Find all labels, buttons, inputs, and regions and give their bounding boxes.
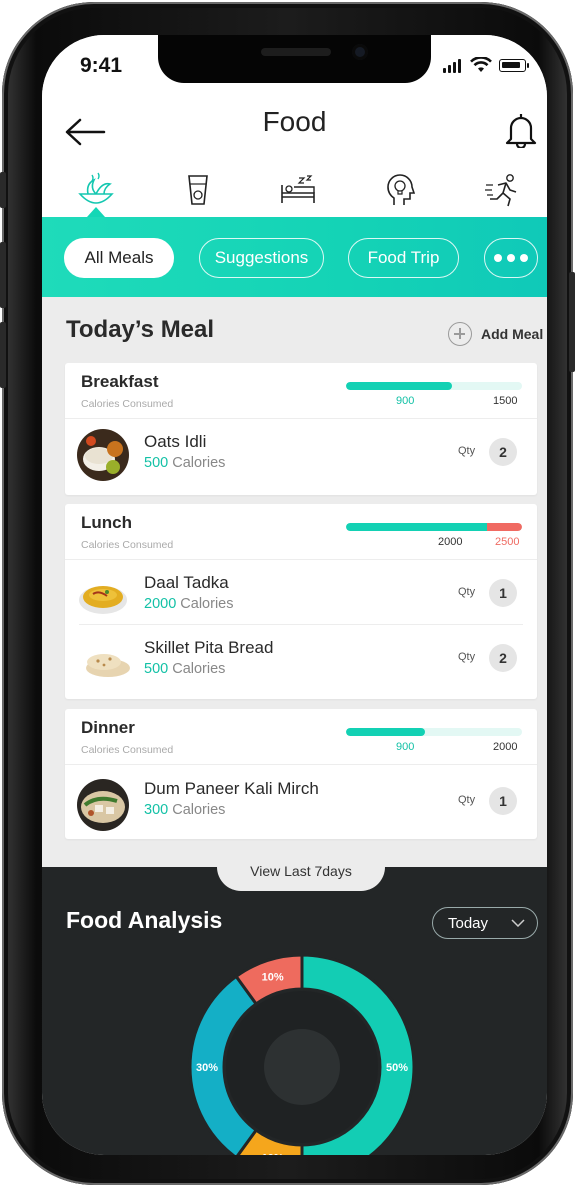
daal-tadka-image [77, 570, 129, 622]
water-glass-icon[interactable] [178, 170, 218, 210]
meal-subtitle: Calories Consumed [81, 398, 174, 410]
power-button [569, 272, 575, 372]
qty-label: Qty [458, 794, 476, 806]
food-icon[interactable] [76, 170, 116, 210]
app-screen: 9:41 Food All Meals Suggestions Food Tri… [42, 35, 547, 1155]
qty-badge[interactable]: 2 [489, 438, 517, 466]
cellular-signal-icon [443, 59, 461, 73]
list-item[interactable]: Daal Tadka 2000 Calories Qty 1 [65, 560, 537, 624]
add-meal-label: Add Meal [481, 326, 544, 342]
volume-down-button [0, 322, 6, 388]
calorie-progress-bar [346, 728, 522, 736]
wifi-icon [470, 57, 492, 72]
donut-slice-label: 10% [262, 1152, 284, 1155]
phone-frame: 9:41 Food All Meals Suggestions Food Tri… [0, 2, 575, 1185]
calorie-progress-bar [346, 523, 522, 531]
front-camera [352, 44, 368, 60]
qty-label: Qty [458, 586, 476, 598]
app-header: Food [42, 97, 547, 217]
chevron-down-icon [511, 919, 525, 927]
analysis-title: Food Analysis [66, 907, 223, 933]
add-circle-icon [448, 322, 472, 346]
meal-card-dinner: Dinner Calories Consumed 900 2000 Dum Pa… [65, 709, 537, 839]
view-last-7days-button[interactable]: View Last 7days [217, 849, 385, 891]
section-title: Today’s Meal [66, 316, 215, 343]
volume-up-button [0, 242, 6, 308]
tab-suggestions[interactable]: Suggestions [199, 238, 324, 278]
dum-paneer-image [77, 779, 129, 831]
donut-center [264, 1029, 340, 1105]
meal-name: Dinner [81, 718, 135, 737]
exercise-icon[interactable] [482, 170, 522, 210]
food-calories: 2000 Calories [144, 596, 234, 612]
notification-bell-icon[interactable] [504, 112, 538, 148]
mute-switch [0, 172, 6, 208]
calories-goal-value: 2000 [438, 536, 463, 548]
food-name: Daal Tadka [144, 573, 229, 592]
pita-bread-image [82, 635, 134, 687]
food-calories: 300 Calories [144, 802, 226, 818]
meal-tabs: All Meals Suggestions Food Trip [42, 217, 547, 297]
period-select[interactable]: Today [432, 907, 538, 939]
calories-goal-value: 1500 [493, 395, 518, 407]
calories-consumed-value: 900 [396, 395, 415, 407]
status-time: 9:41 [80, 54, 123, 77]
meal-card-lunch: Lunch Calories Consumed 2000 2500 Daal T… [65, 504, 537, 699]
qty-badge[interactable]: 2 [489, 644, 517, 672]
mind-icon[interactable] [380, 170, 420, 210]
food-name: Oats Idli [144, 432, 207, 451]
qty-badge[interactable]: 1 [489, 579, 517, 607]
list-item[interactable]: Dum Paneer Kali Mirch 300 Calories Qty 1 [65, 765, 537, 839]
donut-slice-label: 30% [196, 1062, 218, 1074]
list-item[interactable]: Oats Idli 500 Calories Qty 2 [65, 419, 537, 495]
meal-subtitle: Calories Consumed [81, 744, 174, 756]
battery-icon [499, 59, 529, 72]
food-analysis-donut-chart: 50% 10% 30% 10% [188, 953, 416, 1155]
calories-goal-value: 2000 [493, 741, 518, 753]
add-meal-button[interactable]: Add Meal [448, 322, 543, 346]
meal-name: Lunch [81, 513, 132, 532]
meal-subtitle: Calories Consumed [81, 539, 174, 551]
food-calories: 500 Calories [144, 455, 226, 471]
tab-food-trip[interactable]: Food Trip [348, 238, 459, 278]
tab-all-meals[interactable]: All Meals [64, 238, 174, 278]
calories-consumed-value: 2500 [495, 536, 520, 548]
calorie-progress-bar [346, 382, 522, 390]
page-title: Food [262, 106, 327, 137]
qty-label: Qty [458, 651, 476, 663]
food-calories: 500 Calories [144, 661, 226, 677]
donut-slice-label: 10% [262, 972, 284, 984]
food-analysis-panel: Food Analysis Today 50% 10% 30% 10% [42, 867, 547, 1155]
oats-idli-image [77, 429, 129, 481]
sleep-icon[interactable] [278, 170, 318, 210]
active-category-indicator [87, 207, 105, 217]
category-icon-bar [42, 170, 547, 210]
more-tabs-button[interactable] [484, 238, 538, 278]
donut-slice-label: 50% [386, 1062, 408, 1074]
food-name: Dum Paneer Kali Mirch [144, 779, 319, 798]
speaker-grille [261, 48, 331, 56]
calories-consumed-value: 900 [396, 741, 415, 753]
qty-label: Qty [458, 445, 476, 457]
more-dots-icon [494, 254, 528, 262]
period-value: Today [448, 914, 489, 932]
list-item[interactable]: Skillet Pita Bread 500 Calories Qty 2 [79, 624, 523, 688]
qty-badge[interactable]: 1 [489, 787, 517, 815]
meal-card-breakfast: Breakfast Calories Consumed 900 1500 Oat… [65, 363, 537, 495]
food-name: Skillet Pita Bread [144, 638, 274, 657]
meal-name: Breakfast [81, 372, 159, 391]
notch [158, 35, 431, 83]
